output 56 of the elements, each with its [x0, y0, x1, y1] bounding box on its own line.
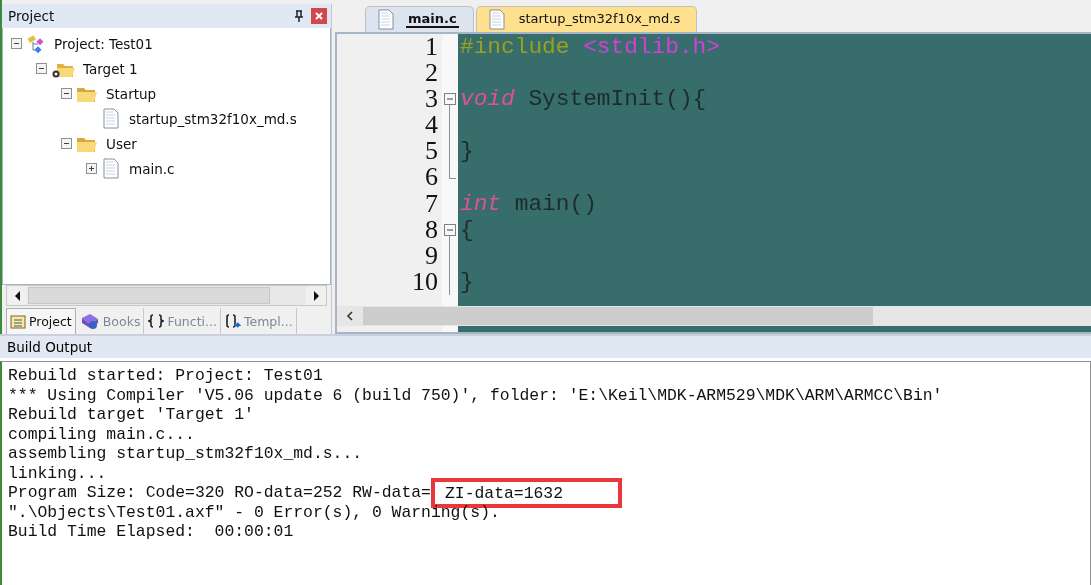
line-number: 5	[424, 138, 439, 165]
tree-item[interactable]: main.c	[125, 160, 175, 177]
output-line: assembling startup_stm32f10x_md.s...	[8, 444, 363, 464]
output-line: Build Time Elapsed: 00:00:01	[8, 522, 294, 542]
scroll-right-icon	[311, 289, 321, 302]
book-icon	[79, 312, 100, 330]
output-line: Rebuild target 'Target 1'	[8, 405, 254, 425]
panel-title: Build Output	[7, 339, 93, 355]
output-line: compiling main.c...	[8, 424, 195, 444]
code-line: void SystemInit(){	[460, 86, 707, 113]
collapse-icon[interactable]	[36, 63, 47, 74]
code-line: int main()	[460, 190, 597, 217]
braces-icon	[148, 313, 165, 329]
output-line: Program Size: Code=320 RO-data=252 RW-data=	[8, 483, 431, 503]
line-number: 2	[424, 60, 439, 87]
tree-item[interactable]: User	[102, 135, 137, 152]
code-line: #include <stdlib.h>	[460, 34, 720, 60]
expand-icon[interactable]	[86, 163, 97, 174]
line-number: 8	[424, 216, 439, 243]
close-icon	[313, 10, 325, 22]
output-line: *** Using Compiler 'V5.06 update 6 (build 750)', folder: 'E:\Keil\MDK-ARM529\MDK\ARM\ARMCC\Bin'	[8, 385, 943, 405]
panel-tab[interactable]: Project	[6, 308, 76, 334]
scroll-left-icon	[346, 311, 354, 321]
close-button[interactable]	[311, 8, 327, 24]
horizontal-scrollbar[interactable]	[6, 285, 327, 306]
file-tab[interactable]: main.c	[365, 6, 474, 32]
panel-title: Project	[8, 8, 56, 24]
code-line: }	[460, 268, 474, 295]
line-number: 4	[424, 112, 439, 139]
collapse-icon[interactable]	[61, 88, 72, 99]
line-number: 1	[424, 34, 439, 61]
file-icon	[101, 158, 121, 179]
collapse-icon[interactable]	[11, 38, 22, 49]
tree-item[interactable]: Startup	[102, 85, 157, 102]
output-line: linking...	[8, 463, 107, 483]
line-number: 10	[411, 268, 439, 295]
pin-icon[interactable]	[293, 9, 305, 23]
output-line: Rebuild started: Project: Test01	[8, 366, 323, 386]
tree-item[interactable]: Project: Test01	[50, 35, 153, 52]
horizontal-scrollbar[interactable]	[337, 306, 1091, 326]
file-tab[interactable]: startup_stm32f10x_md.s	[475, 6, 698, 32]
file-icon	[376, 9, 396, 30]
project-icon	[26, 33, 46, 54]
template-icon	[224, 313, 241, 329]
file-icon	[486, 9, 507, 30]
code-line: }	[460, 138, 474, 165]
line-number: 9	[424, 242, 439, 269]
code-line: {	[460, 216, 474, 243]
line-number: 3	[424, 86, 439, 113]
file-icon	[101, 108, 121, 129]
tree-item[interactable]: startup_stm32f10x_md.s	[125, 110, 297, 127]
tree-item[interactable]: Target 1	[79, 60, 138, 77]
line-number: 7	[424, 190, 439, 217]
line-number: 6	[424, 164, 439, 191]
collapse-icon[interactable]	[61, 138, 72, 149]
list-icon	[10, 313, 26, 330]
